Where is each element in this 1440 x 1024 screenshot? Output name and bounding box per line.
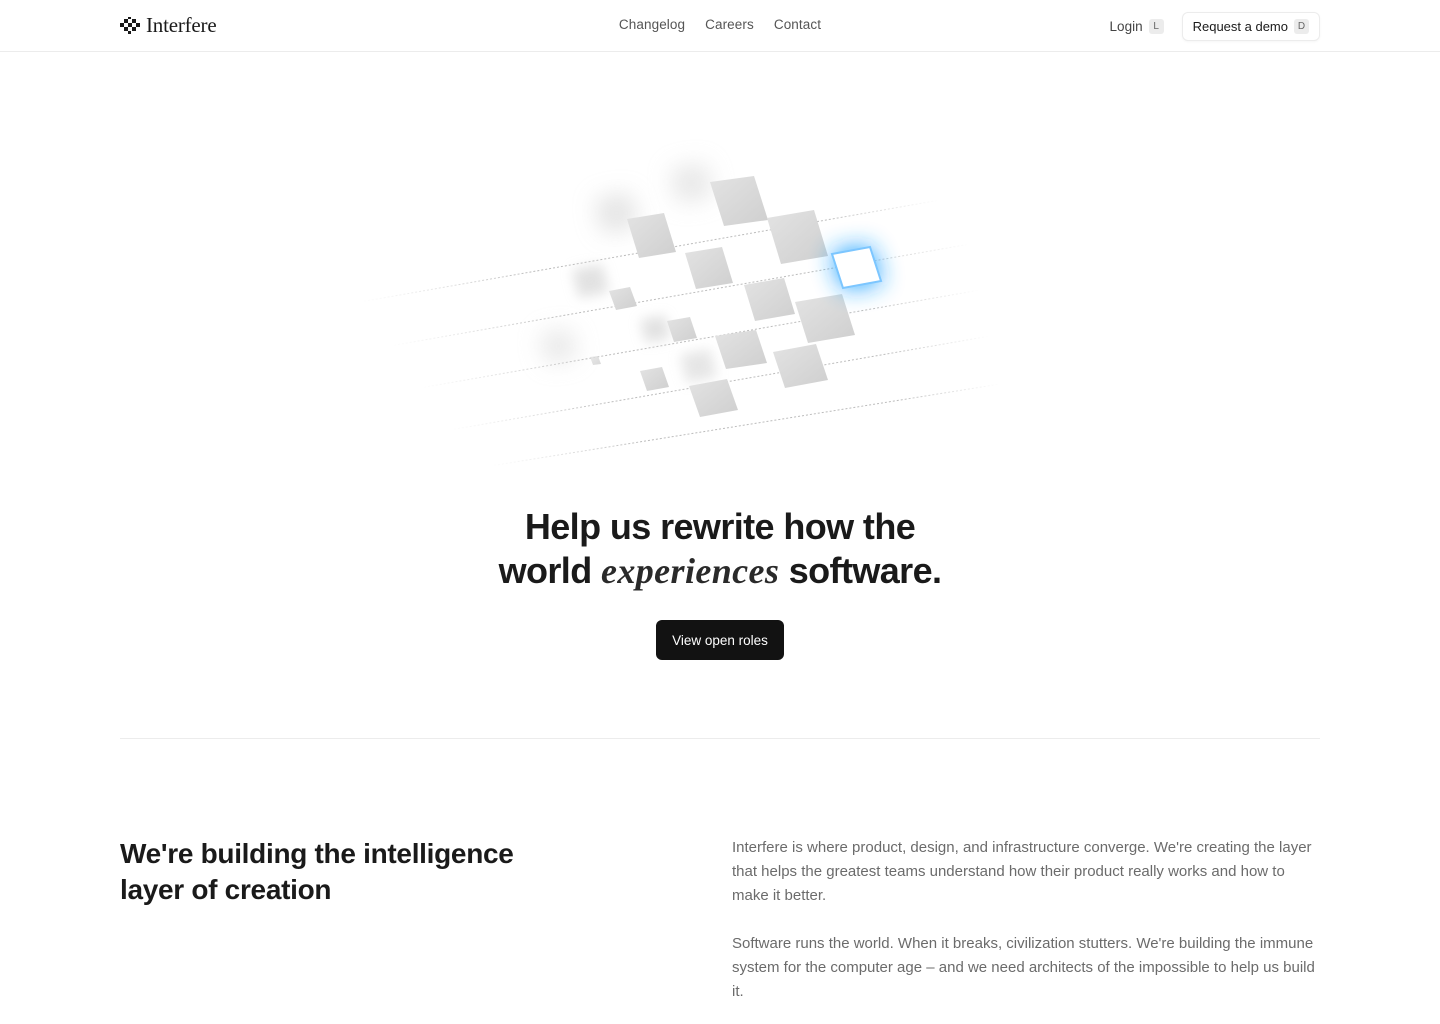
hero-illustration: [359, 163, 1001, 467]
nav-link-contact[interactable]: Contact: [774, 17, 821, 32]
about-title: We're building the intelligence layer of…: [120, 838, 514, 905]
request-demo-button[interactable]: Request a demo D: [1181, 12, 1320, 41]
blurred-tiles: [540, 163, 717, 383]
section-divider: [120, 738, 1320, 739]
nav-actions: Login L Request a demo D: [1110, 12, 1320, 41]
login-shortcut-badge: L: [1148, 19, 1164, 34]
view-open-roles-button[interactable]: View open roles: [656, 620, 784, 660]
hero-title-software: software.: [788, 550, 942, 591]
hero-title-line-1: Help us rewrite how the: [524, 506, 916, 547]
top-nav: Interfere Changelog Careers Contact Logi…: [0, 0, 1440, 52]
hero-title-accent-word: experiences: [601, 551, 780, 591]
checker-logo-icon: [120, 16, 140, 34]
login-link[interactable]: Login L: [1110, 19, 1164, 34]
nav-link-careers[interactable]: Careers: [705, 17, 754, 32]
hero-title-world: world: [498, 550, 593, 591]
about-paragraph-2: Software runs the world. When it breaks,…: [732, 935, 1315, 1000]
about-paragraph-1: Interfere is where product, design, and …: [732, 839, 1312, 904]
request-demo-label: Request a demo: [1192, 19, 1288, 34]
login-label: Login: [1109, 19, 1143, 34]
demo-shortcut-badge: D: [1294, 19, 1309, 34]
brand-name: Interfere: [146, 13, 217, 37]
hero-title: Help us rewrite how the world experience…: [0, 505, 1440, 593]
about-body: Interfere is where product, design, and …: [732, 836, 1320, 1024]
brand[interactable]: Interfere: [120, 13, 217, 38]
highlight-tile: [830, 245, 883, 290]
nav-link-changelog[interactable]: Changelog: [619, 17, 685, 32]
